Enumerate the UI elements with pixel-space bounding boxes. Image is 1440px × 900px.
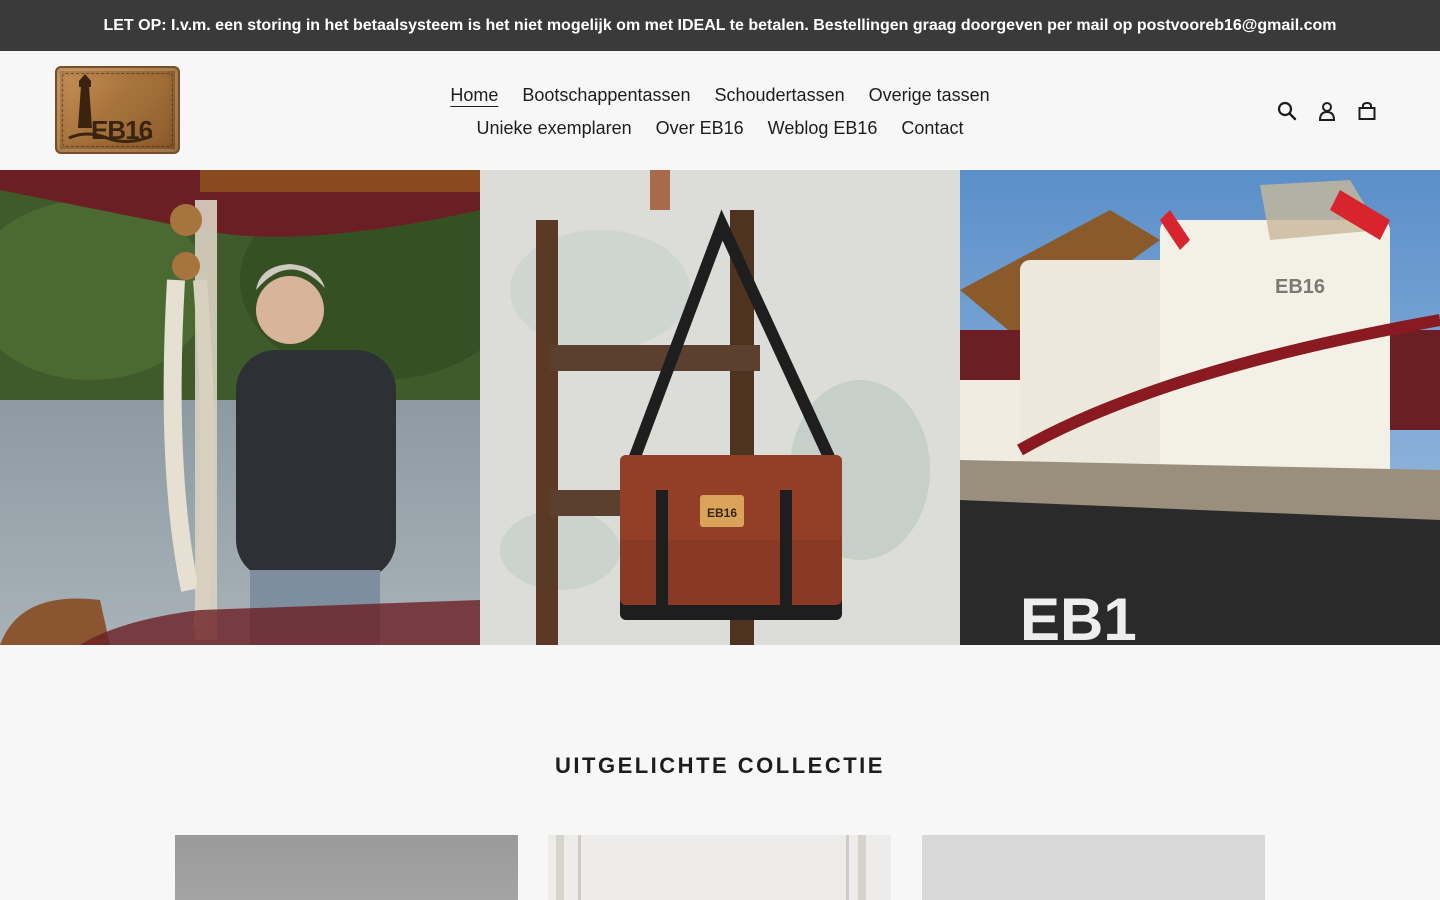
nav-item-overige-tassen[interactable]: Overige tassen [869, 79, 990, 112]
nav-item-weblog-eb16[interactable]: Weblog EB16 [768, 112, 878, 145]
account-icon[interactable] [1316, 100, 1338, 122]
nav-item-bootschappentassen[interactable]: Bootschappentassen [522, 79, 690, 112]
hull-text: EB1 [1020, 586, 1137, 645]
nav-item-schoudertassen[interactable]: Schoudertassen [715, 79, 845, 112]
svg-text:EB16: EB16 [707, 506, 737, 520]
site-header: EB16 Home Bootschappentassen Schoudertas… [0, 51, 1440, 170]
search-icon[interactable] [1276, 100, 1298, 122]
main-nav: Home Bootschappentassen Schoudertassen O… [440, 79, 1000, 145]
nav-item-contact[interactable]: Contact [901, 112, 963, 145]
logo[interactable]: EB16 [55, 66, 180, 154]
nav-row-1: Home Bootschappentassen Schoudertassen O… [440, 79, 1000, 112]
announcement-text: LET OP: I.v.m. een storing in het betaal… [103, 16, 1337, 34]
nav-item-over-eb16[interactable]: Over EB16 [656, 112, 744, 145]
featured-collection-grid [175, 835, 1265, 900]
product-card[interactable] [922, 835, 1265, 900]
product-card[interactable] [175, 835, 518, 900]
hero-image-messenger-bag[interactable]: EB16 [480, 170, 960, 645]
nav-item-home[interactable]: Home [450, 79, 498, 112]
nav-item-unieke-exemplaren[interactable]: Unieke exemplaren [477, 112, 632, 145]
logo-text: EB16 [91, 115, 153, 145]
svg-text:EB16: EB16 [1275, 276, 1325, 298]
nav-row-2: Unieke exemplaren Over EB16 Weblog EB16 … [440, 112, 1000, 145]
cart-icon[interactable] [1356, 100, 1378, 122]
hero-gallery: EB16 EB16 EB1 [0, 170, 1440, 645]
announcement-bar: LET OP: I.v.m. een storing in het betaal… [0, 0, 1440, 51]
hero-image-tote-bags-on-boat[interactable]: EB16 EB1 [960, 170, 1440, 645]
header-icons [1276, 100, 1378, 122]
featured-collection-title: UITGELICHTE COLLECTIE [555, 753, 885, 778]
product-card[interactable] [548, 835, 891, 900]
hero-image-woman-on-boat[interactable] [0, 170, 480, 645]
